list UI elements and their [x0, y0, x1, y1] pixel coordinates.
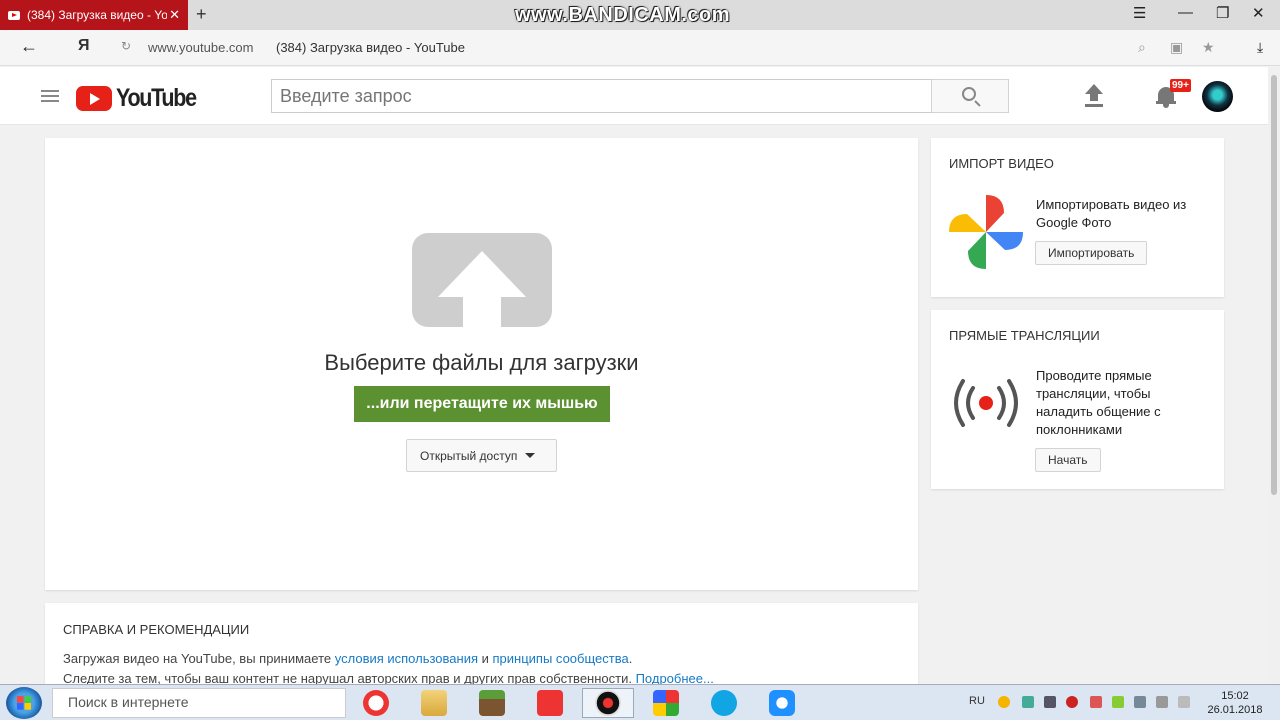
youtube-favicon-icon: [8, 10, 20, 20]
search-input[interactable]: [271, 79, 932, 113]
back-arrow-icon[interactable]: ←: [20, 36, 38, 57]
privacy-dropdown[interactable]: Открытый доступ: [406, 439, 557, 472]
import-video-card: ИМПОРТ ВИДЕО Импортировать видео из Goog…: [931, 138, 1224, 297]
import-title: ИМПОРТ ВИДЕО: [949, 156, 1054, 171]
import-button[interactable]: Импортировать: [1035, 241, 1148, 265]
guide-menu-icon[interactable]: [41, 90, 59, 102]
live-title: ПРЯМЫЕ ТРАНСЛЯЦИИ: [949, 328, 1100, 343]
terms-link[interactable]: условия использования: [335, 651, 478, 666]
reload-icon[interactable]: ↻: [121, 39, 131, 53]
live-broadcast-icon: [954, 379, 1018, 427]
search-button[interactable]: [931, 79, 1009, 113]
mail-agent-taskbar-icon[interactable]: [756, 688, 808, 718]
tab-title: (384) Загрузка видео - YouTube: [27, 8, 167, 22]
taskbar-search[interactable]: Поиск в интернете: [52, 688, 346, 718]
youtube-logo[interactable]: YouTube: [76, 84, 209, 113]
guidelines-link[interactable]: принципы сообщества: [493, 651, 629, 666]
file-explorer-taskbar-icon[interactable]: [408, 688, 460, 718]
notification-count-badge: 99+: [1170, 79, 1191, 92]
clock-time: 15:02: [1221, 690, 1249, 702]
live-description: Проводите прямые трансляции, чтобы налад…: [1036, 368, 1161, 437]
tray-app-icon[interactable]: [1090, 696, 1102, 708]
help-text: Загружая видео на YouTube, вы принимаете: [63, 651, 335, 666]
scrollbar-thumb[interactable]: [1271, 75, 1277, 495]
yandex-icon[interactable]: Я: [78, 37, 90, 55]
minecraft-taskbar-icon[interactable]: [466, 688, 518, 718]
taskbar-clock[interactable]: 15:02 26.01.2018: [1205, 689, 1265, 717]
select-files-title[interactable]: Выберите файлы для загрузки: [45, 350, 918, 376]
minimize-icon[interactable]: —: [1178, 4, 1193, 21]
action-center-icon[interactable]: [1178, 696, 1190, 708]
tray-app-icon[interactable]: [1044, 696, 1056, 708]
help-terms-line: Загружая видео на YouTube, вы принимаете…: [63, 651, 632, 666]
youtube-play-icon: [76, 86, 112, 111]
help-text: и: [478, 651, 493, 666]
bookmark-star-icon[interactable]: ★: [1202, 39, 1215, 56]
network-icon[interactable]: [1134, 696, 1146, 708]
browser-menu-icon[interactable]: ☰: [1133, 4, 1146, 22]
account-avatar[interactable]: [1202, 81, 1233, 112]
language-indicator[interactable]: RU: [969, 695, 985, 707]
maximize-icon[interactable]: ❐: [1216, 4, 1229, 22]
window-close-icon[interactable]: ✕: [1252, 4, 1265, 22]
tray-app-icon[interactable]: [998, 696, 1010, 708]
upload-arrow-icon[interactable]: [412, 233, 552, 327]
rubik-cube-taskbar-icon[interactable]: [640, 688, 692, 718]
page-search-icon[interactable]: ⌕: [1138, 39, 1146, 56]
import-description: Импортировать видео из Google Фото: [1036, 197, 1187, 230]
google-photos-icon: [949, 195, 1023, 269]
windows-taskbar: Поиск в интернете RU 15:02 26.01.2018: [0, 684, 1280, 720]
youtube-logo-text: YouTube: [116, 84, 197, 112]
upload-panel: Выберите файлы для загрузки ...или перет…: [45, 138, 918, 590]
drag-files-button[interactable]: ...или перетащите их мышью: [354, 386, 610, 422]
browser-tab-bar: (384) Загрузка видео - YouTube ✕ + www.B…: [0, 0, 1280, 30]
clock-date: 26.01.2018: [1207, 704, 1263, 716]
tray-record-icon[interactable]: [1066, 696, 1078, 708]
windows-start-icon[interactable]: [6, 687, 42, 719]
search-icon: [962, 87, 976, 101]
youtube-header: YouTube 99+: [0, 67, 1268, 125]
browser-tab-active[interactable]: (384) Загрузка видео - YouTube ✕: [0, 0, 188, 30]
help-title: СПРАВКА И РЕКОМЕНДАЦИИ: [63, 622, 250, 637]
download-icon[interactable]: ⤓: [1257, 39, 1263, 56]
start-live-button[interactable]: Начать: [1035, 448, 1101, 472]
address-page-title[interactable]: (384) Загрузка видео - YouTube: [276, 40, 465, 55]
address-bar: ← Я ↻ www.youtube.com (384) Загрузка вид…: [0, 30, 1280, 66]
live-streaming-card: ПРЯМЫЕ ТРАНСЛЯЦИИ Проводите прямые транс…: [931, 310, 1224, 489]
skype-taskbar-icon[interactable]: [698, 688, 750, 718]
tray-app-icon[interactable]: [1022, 696, 1034, 708]
lock-icon[interactable]: ▣: [1170, 39, 1183, 56]
upload-icon[interactable]: [1084, 84, 1104, 108]
yandex-browser-taskbar-icon[interactable]: [350, 688, 402, 718]
tray-app-icon[interactable]: [1112, 696, 1124, 708]
chevron-down-icon: [525, 453, 536, 458]
tab-close-icon[interactable]: ✕: [169, 7, 180, 23]
bandicam-taskbar-icon[interactable]: [582, 688, 634, 718]
page-scrollbar[interactable]: [1268, 67, 1280, 684]
bandicam-watermark: www.BANDICAM.com: [515, 4, 731, 26]
yandex-taskbar-icon[interactable]: [524, 688, 576, 718]
help-text: .: [628, 651, 633, 666]
url-text[interactable]: www.youtube.com: [148, 40, 254, 55]
privacy-dropdown-label: Открытый доступ: [420, 448, 518, 463]
volume-icon[interactable]: [1156, 696, 1168, 708]
new-tab-button[interactable]: +: [196, 4, 207, 25]
